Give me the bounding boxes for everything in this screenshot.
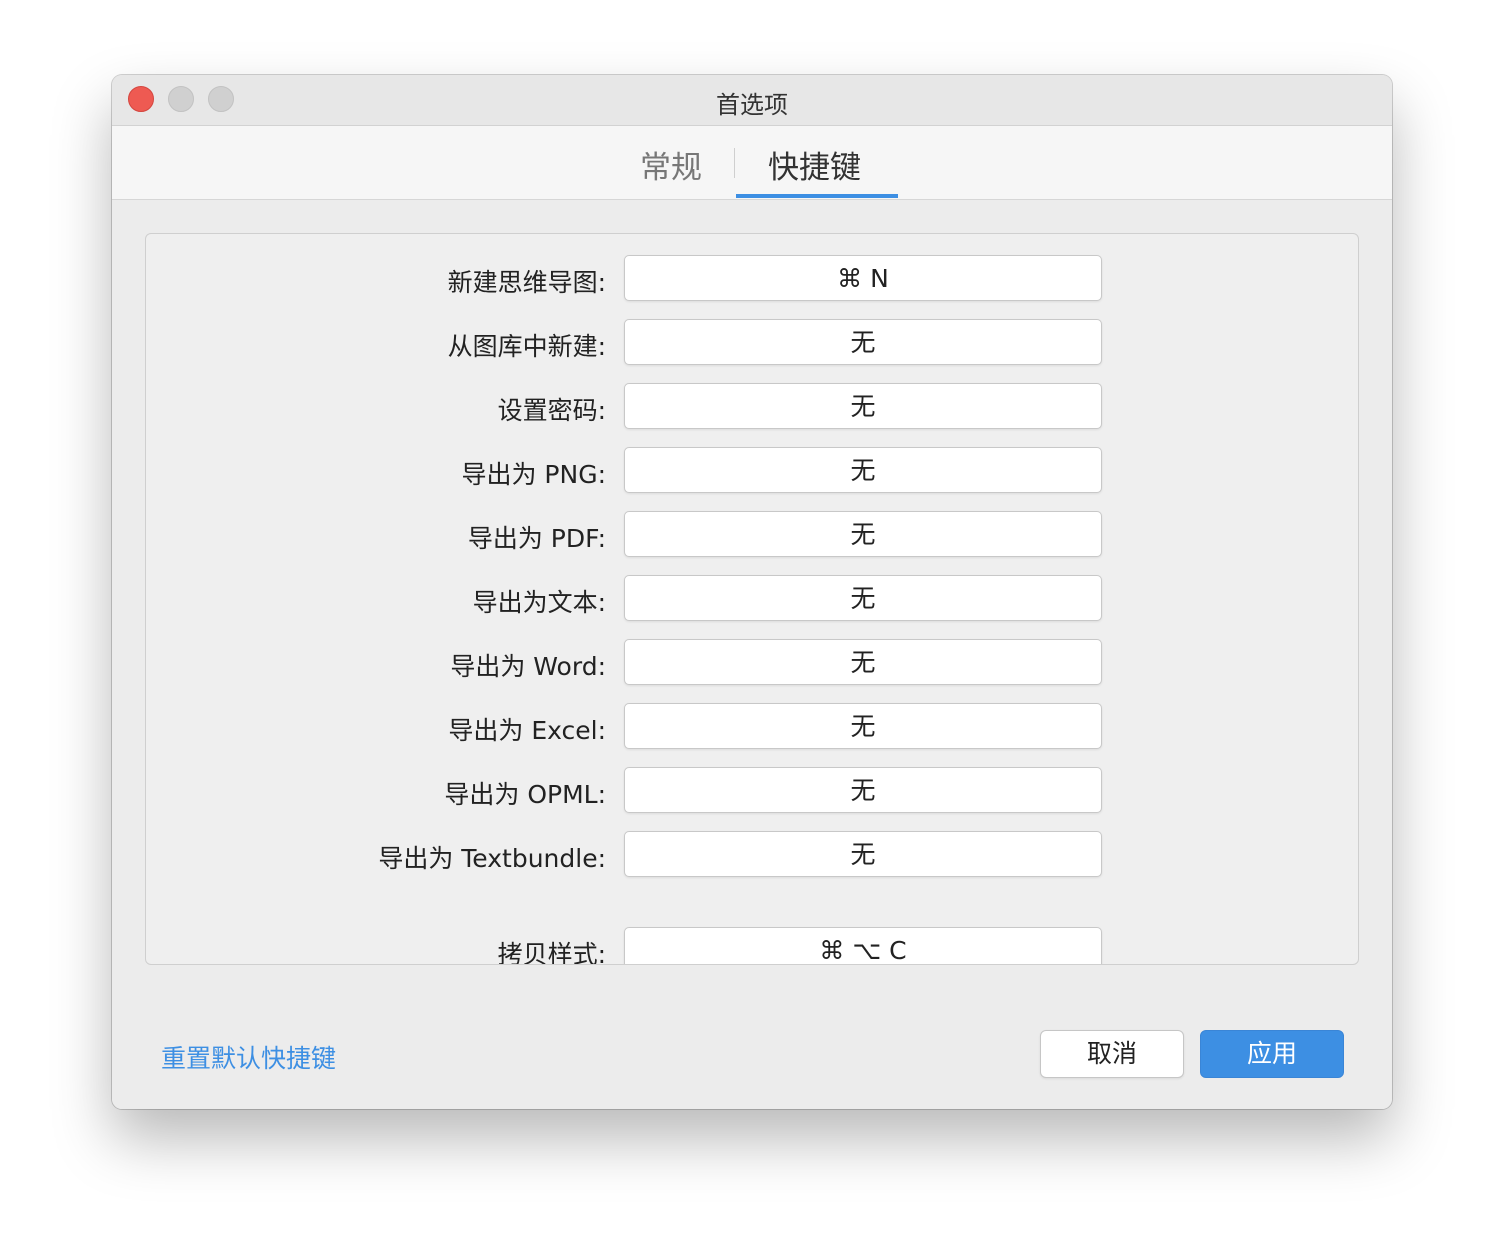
tab-general[interactable]: 常规: [640, 142, 702, 187]
shortcut-row: 导出为 Excel: 无: [146, 703, 1358, 751]
preferences-window: 首选项 常规 快捷键 新建思维导图: ⌘ N 从图库中新建: 无 设置密码: 无…: [112, 75, 1392, 1109]
shortcut-field[interactable]: 无: [624, 703, 1102, 749]
shortcut-label: 从图库中新建:: [448, 327, 606, 363]
shortcut-label: 导出为 PDF:: [468, 519, 606, 555]
shortcuts-list[interactable]: 新建思维导图: ⌘ N 从图库中新建: 无 设置密码: 无 导出为 PNG: 无…: [145, 233, 1359, 965]
cancel-button[interactable]: 取消: [1040, 1030, 1184, 1078]
title-bar: 首选项: [112, 75, 1392, 126]
shortcut-field[interactable]: 无: [624, 447, 1102, 493]
shortcut-field[interactable]: 无: [624, 831, 1102, 877]
shortcut-field[interactable]: 无: [624, 767, 1102, 813]
tab-shortcuts[interactable]: 快捷键: [768, 142, 861, 187]
shortcut-row: 拷贝样式: ⌘ ⌥ C: [146, 927, 1358, 965]
shortcut-row: 导出为 PDF: 无: [146, 511, 1358, 559]
shortcut-label: 导出为 Textbundle:: [378, 839, 606, 875]
shortcut-label: 导出为 Word:: [450, 647, 606, 683]
shortcut-field[interactable]: 无: [624, 383, 1102, 429]
shortcut-row: 导出为 OPML: 无: [146, 767, 1358, 815]
shortcut-label: 导出为 OPML:: [444, 775, 606, 811]
shortcut-label: 导出为 Excel:: [448, 711, 606, 747]
apply-button[interactable]: 应用: [1200, 1030, 1344, 1078]
window-title: 首选项: [112, 85, 1392, 120]
shortcut-row: 导出为 Textbundle: 无: [146, 831, 1358, 879]
shortcut-label: 设置密码:: [498, 391, 606, 427]
shortcut-field[interactable]: 无: [624, 575, 1102, 621]
shortcut-field[interactable]: 无: [624, 319, 1102, 365]
shortcut-field[interactable]: ⌘ N: [624, 255, 1102, 301]
shortcut-field[interactable]: ⌘ ⌥ C: [624, 927, 1102, 965]
shortcut-row: 设置密码: 无: [146, 383, 1358, 431]
tab-bar: 常规 快捷键: [112, 126, 1392, 200]
shortcut-field[interactable]: 无: [624, 511, 1102, 557]
shortcut-row: 导出为 PNG: 无: [146, 447, 1358, 495]
shortcut-label: 导出为文本:: [473, 583, 606, 619]
shortcut-label: 拷贝样式:: [498, 935, 606, 965]
shortcut-label: 导出为 PNG:: [461, 455, 606, 491]
shortcut-row: 新建思维导图: ⌘ N: [146, 255, 1358, 303]
tab-separator: [734, 148, 735, 178]
shortcut-field[interactable]: 无: [624, 639, 1102, 685]
reset-default-shortcuts-link[interactable]: 重置默认快捷键: [161, 1039, 336, 1075]
shortcut-row: 从图库中新建: 无: [146, 319, 1358, 367]
shortcut-row: 导出为文本: 无: [146, 575, 1358, 623]
shortcut-row: 导出为 Word: 无: [146, 639, 1358, 687]
active-tab-indicator: [736, 194, 898, 198]
shortcut-label: 新建思维导图:: [448, 263, 606, 299]
